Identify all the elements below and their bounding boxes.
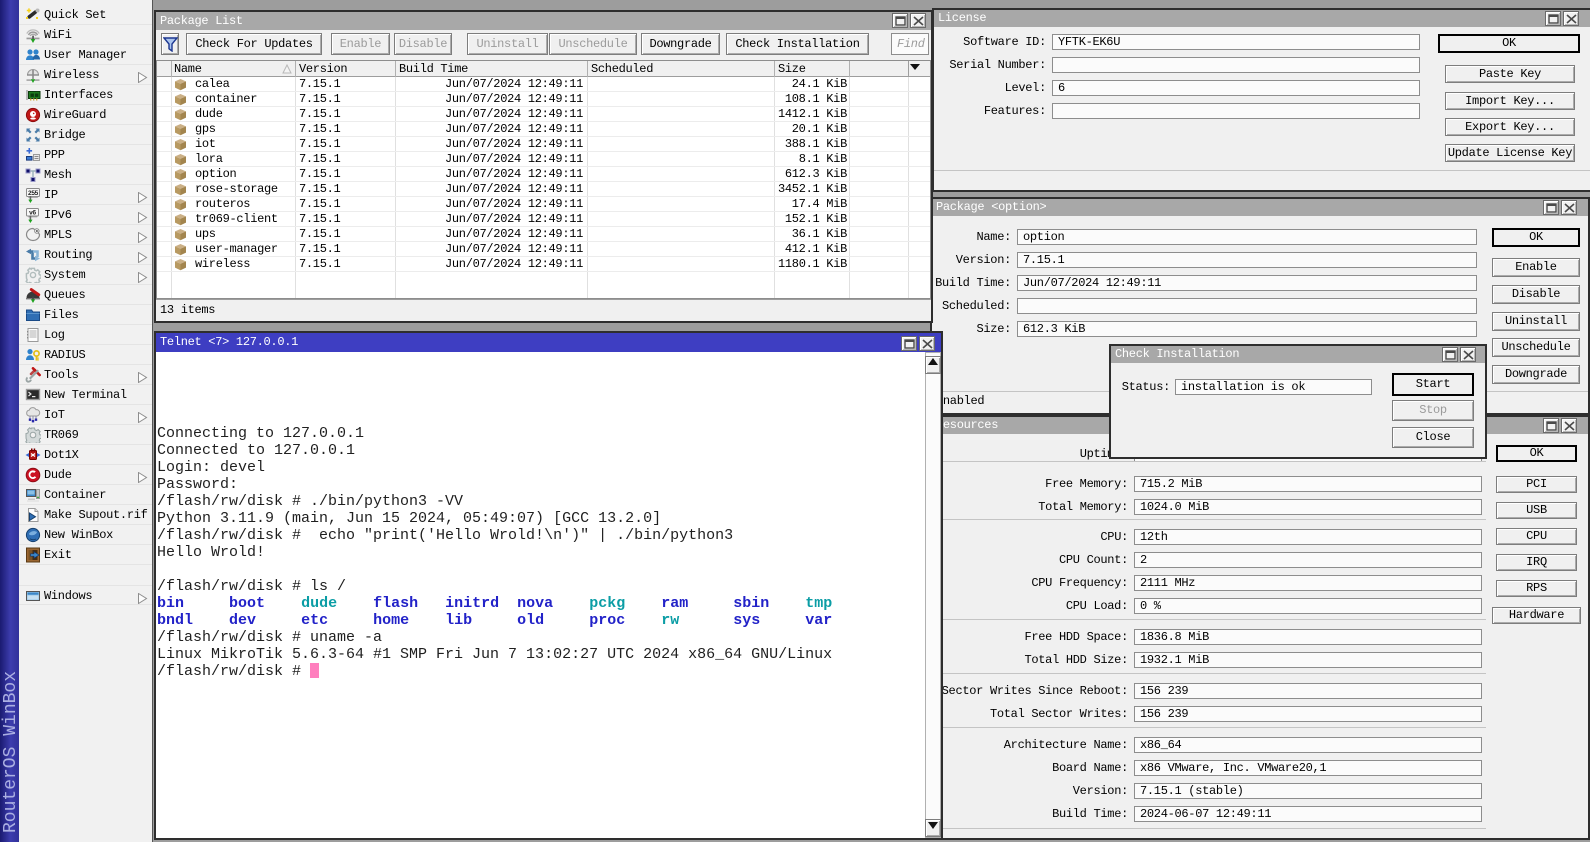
svg-text:255: 255 xyxy=(28,190,39,197)
svg-text:v6: v6 xyxy=(29,210,36,217)
